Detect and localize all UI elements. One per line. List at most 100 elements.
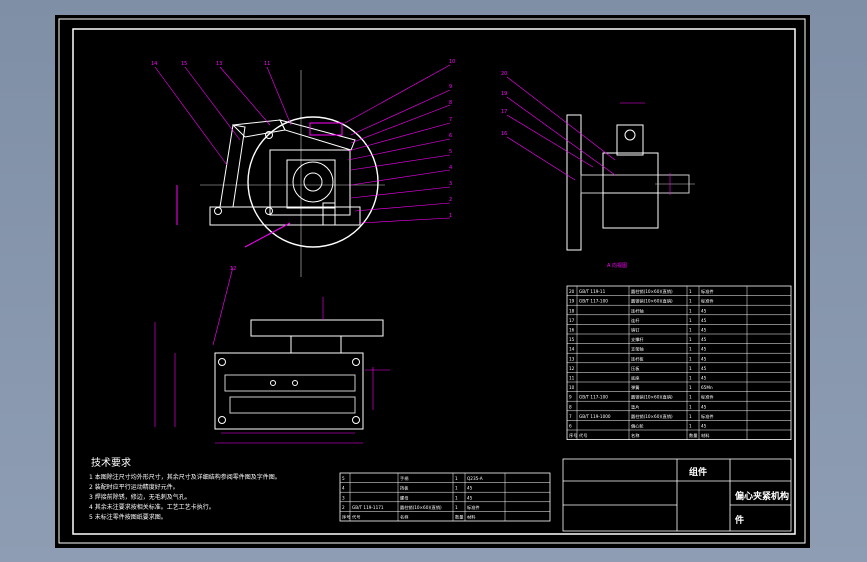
table-cell: 15	[569, 337, 575, 342]
table-cell: 数量	[455, 514, 463, 521]
table-cell: 8	[569, 404, 572, 409]
tech-line: 4 其余未注要求按相关标准。工艺工艺卡执行。	[89, 503, 215, 511]
table-cell: 1	[455, 495, 458, 500]
table-cell: 垫片	[631, 403, 639, 410]
table-cell: 9	[569, 395, 572, 400]
table-cell: 支架轴	[631, 346, 644, 353]
table-cell: 压板	[631, 365, 640, 372]
tech-line: 3 焊接前除锈，修边，无毛刺及气孔。	[89, 493, 191, 501]
svg-text:8: 8	[449, 100, 452, 106]
table-cell: 标准件	[701, 413, 714, 420]
tech-requirements: 技术要求 1 本图除注尺寸均外形尺寸，其余尺寸及详细结构参阅零件图及字件图。 2…	[89, 456, 281, 521]
table-cell: 圆柱销(10×60)(直销)	[631, 413, 673, 420]
table-cell: 数量	[689, 432, 697, 439]
table-cell: 序号	[342, 514, 350, 521]
table-cell: 1	[689, 414, 692, 419]
table-cell: 45	[467, 486, 473, 491]
table-cell: 1	[455, 505, 458, 510]
table-cell: 1	[689, 308, 692, 313]
side-balloons: 20 19 17 16	[501, 71, 507, 137]
table-cell: 45	[701, 404, 707, 409]
top-view	[214, 319, 384, 430]
svg-text:14: 14	[151, 61, 157, 67]
table-cell: 1	[689, 366, 692, 371]
lower-parts-table: 5 手柄 1 Q235-A 4 挡板 1 45 3 螺母 1 45 2 GB/T 119-1171 圆柱销(…	[339, 472, 551, 522]
table-cell: 1	[455, 486, 458, 491]
table-cell: 2	[342, 505, 345, 510]
svg-text:4: 4	[449, 165, 452, 171]
table-cell: 1	[689, 337, 692, 342]
table-cell: 45	[701, 366, 707, 371]
table-cell: 手柄	[400, 475, 408, 482]
table-cell: 1	[689, 347, 692, 352]
table-frame	[339, 472, 551, 522]
svg-text:13: 13	[216, 61, 222, 67]
table-cell: 45	[701, 308, 707, 313]
table-cell: GB/T 117-100	[579, 395, 608, 400]
table-cell: 12	[569, 366, 575, 371]
table-cell: 45	[701, 318, 707, 323]
table-cell: 45	[701, 376, 707, 381]
tech-line: 5 未标注零件按图纸要求图。	[89, 513, 167, 521]
table-cell: 1	[689, 395, 692, 400]
table-cell: 名称	[631, 432, 639, 439]
table-cell: 45	[701, 347, 707, 352]
table-cell: 16	[569, 328, 575, 333]
table-cell: 3	[342, 495, 345, 500]
table-cell: 14	[569, 347, 575, 352]
svg-text:5: 5	[449, 149, 452, 155]
svg-text:11: 11	[264, 61, 270, 67]
svg-text:15: 15	[181, 61, 187, 67]
table-cell: 1	[689, 385, 692, 390]
table-cell: 1	[689, 404, 692, 409]
table-cell: 1	[689, 328, 692, 333]
table-cell: 17	[569, 318, 575, 323]
table-cell: 连杆板	[631, 355, 644, 362]
title-main: 组件	[689, 466, 707, 478]
table-cell: 挡板	[400, 485, 409, 492]
table-cell: 45	[701, 356, 707, 361]
view-label: A 向视图	[607, 262, 627, 269]
svg-text:6: 6	[449, 133, 452, 139]
table-cell: 圆柱销(10×60)(直销)	[400, 504, 442, 511]
outer-border	[58, 18, 806, 544]
top-dimensions	[154, 297, 390, 444]
table-cell: 13	[569, 356, 575, 361]
table-cell: 支撑杆	[631, 336, 644, 343]
table-cell: Q235-A	[467, 476, 483, 481]
table-cell: 螺母	[400, 494, 408, 501]
table-cell: 1	[689, 318, 692, 323]
svg-text:20: 20	[501, 71, 507, 77]
side-leaders	[506, 76, 671, 195]
inner-border	[72, 28, 796, 535]
parts-table: 20 GB/T 119-11 圆柱销(10×60)(直销) 1 标准件19 GB/T 11…	[566, 285, 792, 441]
table-cell: 标准件	[701, 394, 714, 401]
table-cell: 65Mn	[701, 385, 713, 390]
table-cell: 1	[689, 299, 692, 304]
svg-text:16: 16	[501, 131, 507, 137]
cad-drawing: 14 15 13 11 10 9 8 7 6 5 4 3 2 1 12 20 1…	[58, 18, 806, 544]
table-cell: 1	[689, 424, 692, 429]
tech-line: 1 本图除注尺寸均外形尺寸，其余尺寸及详细结构参阅零件图及字件图。	[89, 473, 281, 481]
table-cell: 45	[701, 337, 707, 342]
table-cell: GB/T 119-1000	[579, 414, 611, 419]
table-cell: 代号	[352, 514, 360, 521]
table-cell: 4	[342, 486, 345, 491]
svg-text:1: 1	[449, 213, 452, 219]
svg-text:7: 7	[449, 117, 452, 123]
tech-line: 2 装配时应平行运动精度好元件。	[89, 483, 179, 491]
table-cell: 销钉	[631, 327, 640, 334]
table-cell: GB/T 119-11	[579, 289, 606, 294]
title-drawing-name: 偏心夹紧机构	[735, 490, 789, 502]
table-cell: 圆锥销(10×60)(直销)	[631, 298, 673, 305]
table-cell: 底座	[631, 375, 639, 382]
table-cell: 10	[569, 385, 575, 390]
table-cell: 连杆	[631, 317, 640, 324]
table-cell: 19	[569, 299, 575, 304]
table-cell: 18	[569, 308, 575, 313]
table-cell: 6	[569, 424, 572, 429]
svg-text:19: 19	[501, 91, 507, 97]
svg-text:3: 3	[449, 181, 452, 187]
svg-text:12: 12	[230, 266, 236, 272]
table-cell: 圆锥销(10×60)(直销)	[631, 394, 673, 401]
